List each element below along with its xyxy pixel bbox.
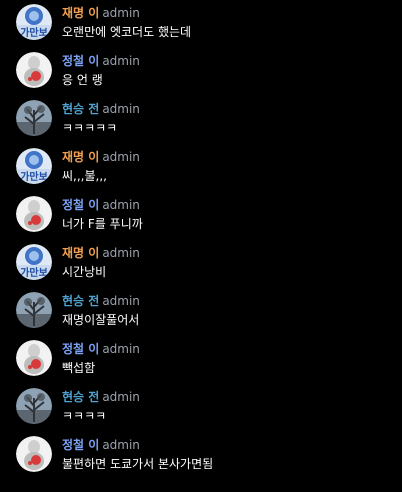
badge-logo-avatar-icon[interactable]: 가만보 [16, 148, 52, 184]
svg-text:가만보: 가만보 [20, 170, 48, 183]
figurine-avatar-icon[interactable] [16, 52, 52, 88]
message-header: 재명 이 admin [62, 244, 140, 260]
tree-avatar-icon[interactable] [16, 100, 52, 136]
chat-message: 정철 이 admin 빽섭함 [16, 336, 396, 384]
message-text: 응 언 랭 [62, 73, 103, 87]
chat-message-list: 가만보 재명 이 admin 오랜만에 엣코더도 했는데 정철 이 admin 응 … [0, 0, 402, 492]
username[interactable]: 현승 전 [62, 102, 99, 116]
message-header: 현승 전 admin [62, 388, 140, 404]
role-tag: admin [102, 198, 140, 212]
username[interactable]: 재명 이 [62, 6, 99, 20]
message-header: 정철 이 admin [62, 52, 140, 68]
message-text: 재명이잘풀어서 [62, 313, 140, 327]
username[interactable]: 정철 이 [62, 438, 99, 452]
badge-logo-avatar-icon[interactable]: 가만보 [16, 4, 52, 40]
username[interactable]: 정철 이 [62, 198, 99, 212]
username[interactable]: 재명 이 [62, 150, 99, 164]
chat-message: 현승 전 admin ㅋㅋㅋㅋㅋ [16, 96, 396, 144]
role-tag: admin [102, 294, 140, 308]
message-header: 재명 이 admin [62, 4, 140, 20]
chat-message: 현승 전 admin ㅋㅋㅋㅋ [16, 384, 396, 432]
message-header: 현승 전 admin [62, 100, 140, 116]
username[interactable]: 정철 이 [62, 54, 99, 68]
message-text: ㅋㅋㅋㅋ [62, 409, 107, 423]
message-text: 불편하면 도쿄가서 본사가면됨 [62, 457, 214, 471]
figurine-avatar-icon[interactable] [16, 196, 52, 232]
username[interactable]: 현승 전 [62, 294, 99, 308]
username[interactable]: 재명 이 [62, 246, 99, 260]
chat-message: 가만보 재명 이 admin 오랜만에 엣코더도 했는데 [16, 0, 396, 48]
chat-message: 정철 이 admin 불편하면 도쿄가서 본사가면됨 [16, 432, 396, 480]
role-tag: admin [102, 438, 140, 452]
tree-avatar-icon[interactable] [16, 388, 52, 424]
message-header: 정철 이 admin [62, 196, 140, 212]
role-tag: admin [102, 54, 140, 68]
message-text: 너가 F를 푸니까 [62, 217, 143, 231]
chat-message: 현승 전 admin 재명이잘풀어서 [16, 288, 396, 336]
role-tag: admin [102, 6, 140, 20]
svg-text:가만보: 가만보 [20, 266, 48, 279]
role-tag: admin [102, 342, 140, 356]
chat-message: 정철 이 admin 응 언 랭 [16, 48, 396, 96]
message-text: 시간낭비 [62, 265, 107, 279]
role-tag: admin [102, 390, 140, 404]
tree-avatar-icon[interactable] [16, 292, 52, 328]
message-header: 현승 전 admin [62, 292, 140, 308]
message-header: 정철 이 admin [62, 436, 140, 452]
figurine-avatar-icon[interactable] [16, 436, 52, 472]
role-tag: admin [102, 246, 140, 260]
message-text: ㅋㅋㅋㅋㅋ [62, 121, 118, 135]
chat-message: 가만보 재명 이 admin 씨,,,불,,, [16, 144, 396, 192]
role-tag: admin [102, 102, 140, 116]
username[interactable]: 현승 전 [62, 390, 99, 404]
username[interactable]: 정철 이 [62, 342, 99, 356]
badge-logo-avatar-icon[interactable]: 가만보 [16, 244, 52, 280]
svg-text:가만보: 가만보 [20, 26, 48, 39]
message-text: 빽섭함 [62, 361, 96, 375]
message-text: 씨,,,불,,, [62, 169, 107, 183]
figurine-avatar-icon[interactable] [16, 340, 52, 376]
chat-message: 가만보 재명 이 admin 시간낭비 [16, 240, 396, 288]
chat-message: 정철 이 admin 너가 F를 푸니까 [16, 192, 396, 240]
message-text: 오랜만에 엣코더도 했는데 [62, 25, 192, 39]
message-header: 정철 이 admin [62, 340, 140, 356]
message-header: 재명 이 admin [62, 148, 140, 164]
role-tag: admin [102, 150, 140, 164]
